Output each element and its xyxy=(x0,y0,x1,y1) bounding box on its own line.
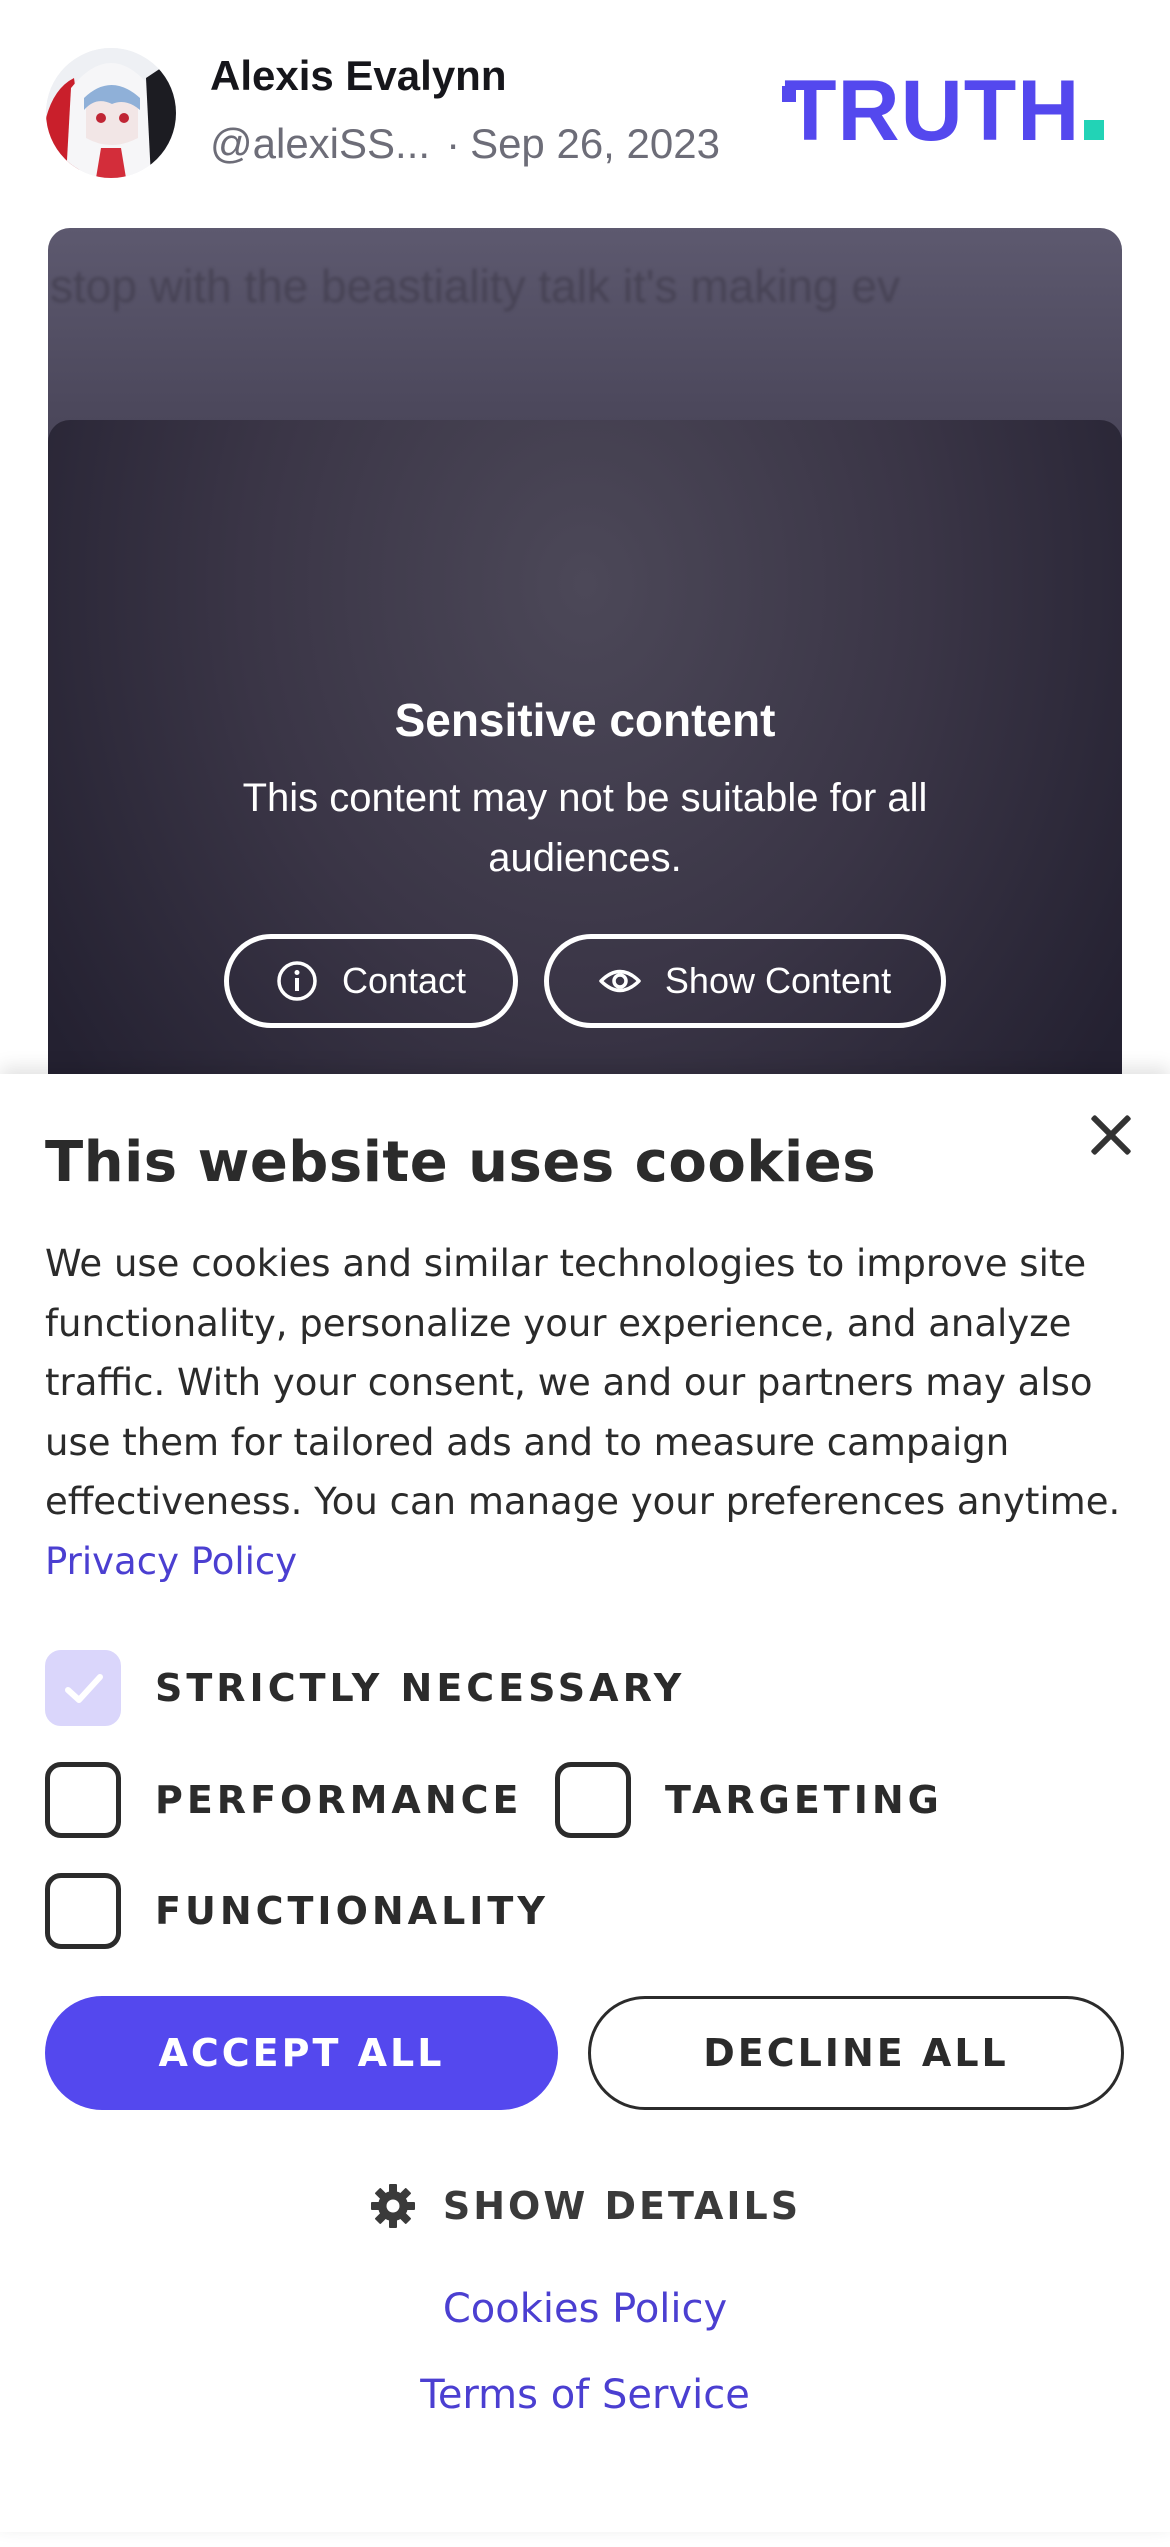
consent-targeting[interactable]: TARGETING xyxy=(555,1762,943,1838)
cookies-policy-link[interactable]: Cookies Policy xyxy=(0,2286,1170,2332)
decline-all-button[interactable]: DECLINE ALL xyxy=(588,1996,1124,2110)
show-content-button[interactable]: Show Content xyxy=(544,934,946,1028)
gear-icon xyxy=(370,2184,415,2228)
strictly-necessary-label: STRICTLY NECESSARY xyxy=(155,1666,686,1710)
logo-text: TRUTH xyxy=(784,63,1081,159)
truth-logo[interactable]: TRUTH xyxy=(782,63,1105,159)
cookie-banner: This website uses cookies We use cookies… xyxy=(0,1074,1170,2532)
terms-of-service-link[interactable]: Terms of Service xyxy=(0,2372,1170,2418)
contact-button[interactable]: Contact xyxy=(224,934,518,1028)
close-icon[interactable] xyxy=(1088,1112,1134,1158)
consent-performance[interactable]: PERFORMANCE xyxy=(45,1762,522,1838)
cookie-body-text: We use cookies and similar technologies … xyxy=(45,1242,1121,1523)
info-icon xyxy=(277,961,317,1001)
show-details-button[interactable]: SHOW DETAILS xyxy=(0,2182,1170,2230)
cookie-title: This website uses cookies xyxy=(45,1130,877,1195)
functionality-checkbox[interactable] xyxy=(45,1873,121,1949)
consent-strictly-necessary[interactable]: STRICTLY NECESSARY xyxy=(45,1650,685,1726)
post-date[interactable]: Sep 26, 2023 xyxy=(470,120,720,167)
cookie-description: We use cookies and similar technologies … xyxy=(45,1234,1135,1591)
meta-separator: · xyxy=(446,120,461,167)
functionality-label: FUNCTIONALITY xyxy=(155,1889,549,1933)
post-header: Alexis Evalynn @alexiSS... · Sep 26, 2023 … xyxy=(0,0,1170,210)
privacy-policy-link[interactable]: Privacy Policy xyxy=(45,1540,297,1583)
contact-label: Contact xyxy=(341,960,467,1001)
checkmark-icon xyxy=(65,1674,103,1703)
avatar-image xyxy=(46,48,176,178)
eye-icon xyxy=(599,969,641,993)
strictly-necessary-checkbox[interactable] xyxy=(45,1650,121,1726)
author-handle[interactable]: @alexiSS... xyxy=(210,120,430,167)
targeting-checkbox[interactable] xyxy=(555,1762,631,1838)
show-details-label: SHOW DETAILS xyxy=(442,2184,802,2228)
accept-all-button[interactable]: ACCEPT ALL xyxy=(45,1996,558,2110)
sensitive-title: Sensitive content xyxy=(394,694,776,746)
performance-label: PERFORMANCE xyxy=(155,1778,523,1822)
avatar[interactable] xyxy=(46,48,176,178)
author-meta: @alexiSS... · Sep 26, 2023 xyxy=(210,120,720,168)
targeting-label: TARGETING xyxy=(665,1778,943,1822)
consent-functionality[interactable]: FUNCTIONALITY xyxy=(45,1873,549,1949)
performance-checkbox[interactable] xyxy=(45,1762,121,1838)
show-content-label: Show Content xyxy=(664,960,892,1001)
sensitive-description: This content may not be suitable for all… xyxy=(242,776,928,880)
post-text: stop with the beastiality talk it's maki… xyxy=(50,260,900,312)
logo-dot xyxy=(1084,120,1105,140)
author-name[interactable]: Alexis Evalynn xyxy=(210,52,506,100)
logo-tick-mark xyxy=(782,86,796,102)
